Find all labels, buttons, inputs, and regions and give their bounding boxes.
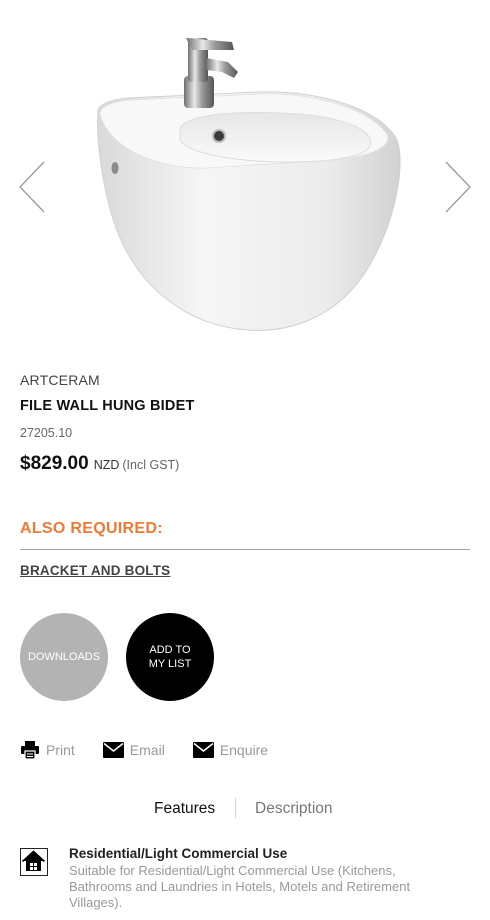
print-button[interactable]: Print bbox=[20, 740, 75, 760]
tab-divider bbox=[235, 798, 236, 818]
gallery-next-button[interactable] bbox=[440, 160, 476, 216]
chevron-left-icon bbox=[19, 161, 45, 213]
chevron-right-icon bbox=[445, 161, 471, 213]
required-item-link[interactable]: BRACKET AND BOLTS bbox=[20, 563, 170, 578]
print-label: Print bbox=[46, 742, 75, 758]
product-price: $829.00 bbox=[20, 453, 89, 474]
price-gst-note: (Incl GST) bbox=[122, 458, 180, 472]
tab-description[interactable]: Description bbox=[255, 800, 333, 818]
add-to-list-button[interactable]: ADD TO MY LIST bbox=[126, 613, 214, 701]
downloads-button[interactable]: DOWNLOADS bbox=[20, 613, 108, 701]
divider bbox=[20, 549, 470, 550]
email-label: Email bbox=[129, 742, 165, 758]
product-brand: ARTCERAM bbox=[20, 372, 100, 388]
printer-icon bbox=[21, 741, 39, 760]
enquire-label: Enquire bbox=[219, 742, 269, 758]
tab-bar: Features Description bbox=[0, 798, 490, 822]
tab-features[interactable]: Features bbox=[154, 800, 215, 818]
gallery-prev-button[interactable] bbox=[14, 160, 50, 216]
email-button[interactable]: Email bbox=[102, 742, 165, 758]
envelope-icon bbox=[192, 742, 214, 758]
house-icon bbox=[20, 848, 48, 876]
price-currency: NZD bbox=[93, 458, 120, 472]
product-gallery bbox=[0, 0, 490, 350]
feature-title: Residential/Light Commercial Use bbox=[69, 846, 288, 861]
envelope-icon bbox=[102, 742, 124, 758]
price-row: $829.00 NZD (Incl GST) bbox=[20, 453, 179, 475]
feature-description: Suitable for Residential/Light Commercia… bbox=[69, 863, 411, 910]
product-sku: 27205.10 bbox=[20, 426, 73, 440]
also-required-heading: ALSO REQUIRED: bbox=[20, 520, 163, 537]
action-links: Print Email Enquire bbox=[20, 740, 296, 760]
product-image bbox=[97, 38, 401, 331]
enquire-button[interactable]: Enquire bbox=[192, 742, 269, 758]
product-title: FILE WALL HUNG BIDET bbox=[20, 398, 195, 414]
